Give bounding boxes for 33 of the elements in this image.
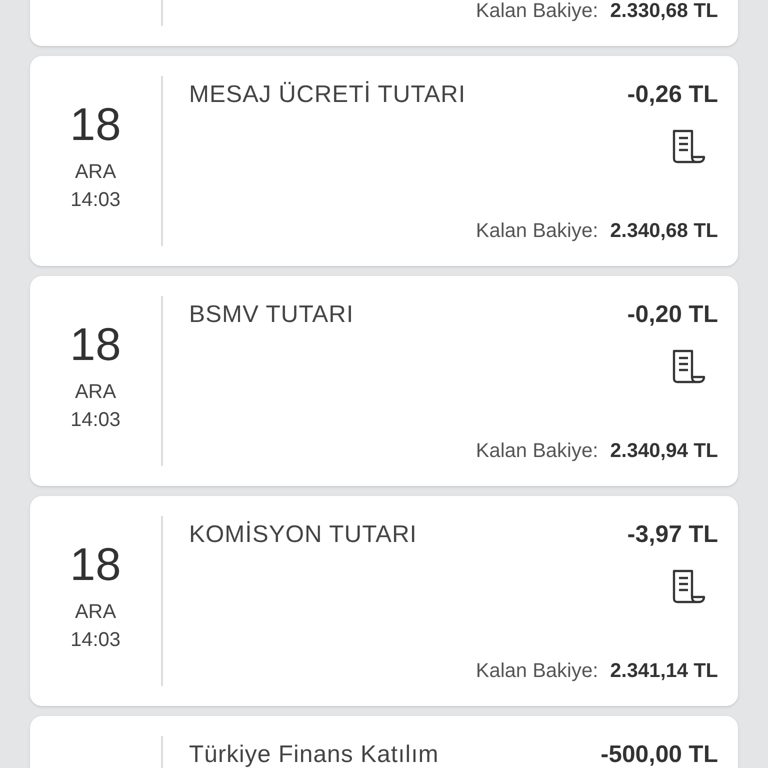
date-day: 18 (70, 318, 122, 370)
transaction-card[interactable]: Türkiye Finans Katılım -500,00 TL (30, 716, 738, 768)
date-month: ARA (74, 600, 116, 625)
transaction-title: Türkiye Finans Katılım (189, 740, 439, 768)
transaction-card[interactable]: Kalan Bakiye: 2.330,68 TL (30, 0, 738, 46)
transaction-amount: -0,26 TL (627, 80, 718, 110)
date-day: 18 (70, 98, 122, 150)
transaction-title: BSMV TUTARI (189, 300, 354, 330)
date-time: 14:03 (70, 188, 121, 213)
balance-value: 2.330,68 TL (610, 0, 718, 24)
date-time: 14:03 (70, 628, 121, 653)
balance-value: 2.340,94 TL (610, 439, 718, 464)
transaction-title: MESAJ ÜCRETİ TUTARI (189, 80, 466, 110)
balance-label: Kalan Bakiye: (476, 439, 598, 464)
date-time: 14:03 (70, 408, 121, 433)
transaction-card[interactable]: 18 ARA 14:03 MESAJ ÜCRETİ TUTARI -0,26 TL Kalan Bakiye: 2.340,68 TL (30, 56, 738, 266)
balance-label: Kalan Bakiye: (476, 0, 598, 24)
receipt-icon[interactable] (670, 128, 708, 166)
balance-value: 2.341,14 TL (610, 659, 718, 684)
balance-label: Kalan Bakiye: (476, 219, 598, 244)
transaction-title: KOMİSYON TUTARI (189, 520, 417, 550)
transaction-amount: -500,00 TL (600, 740, 718, 768)
receipt-icon[interactable] (670, 568, 708, 606)
date-month: ARA (74, 380, 116, 405)
balance-value: 2.340,68 TL (610, 219, 718, 244)
receipt-icon[interactable] (670, 348, 708, 386)
date-month: ARA (74, 160, 116, 185)
transaction-card[interactable]: 18 ARA 14:03 KOMİSYON TUTARI -3,97 TL Kalan Bakiye: 2.341,14 TL (30, 496, 738, 706)
balance-label: Kalan Bakiye: (476, 659, 598, 684)
date-day: 18 (70, 538, 122, 590)
transaction-amount: -0,20 TL (627, 300, 718, 330)
transaction-amount: -3,97 TL (627, 520, 718, 550)
transaction-card[interactable]: 18 ARA 14:03 BSMV TUTARI -0,20 TL Kalan Bakiye: 2.340,94 TL (30, 276, 738, 486)
